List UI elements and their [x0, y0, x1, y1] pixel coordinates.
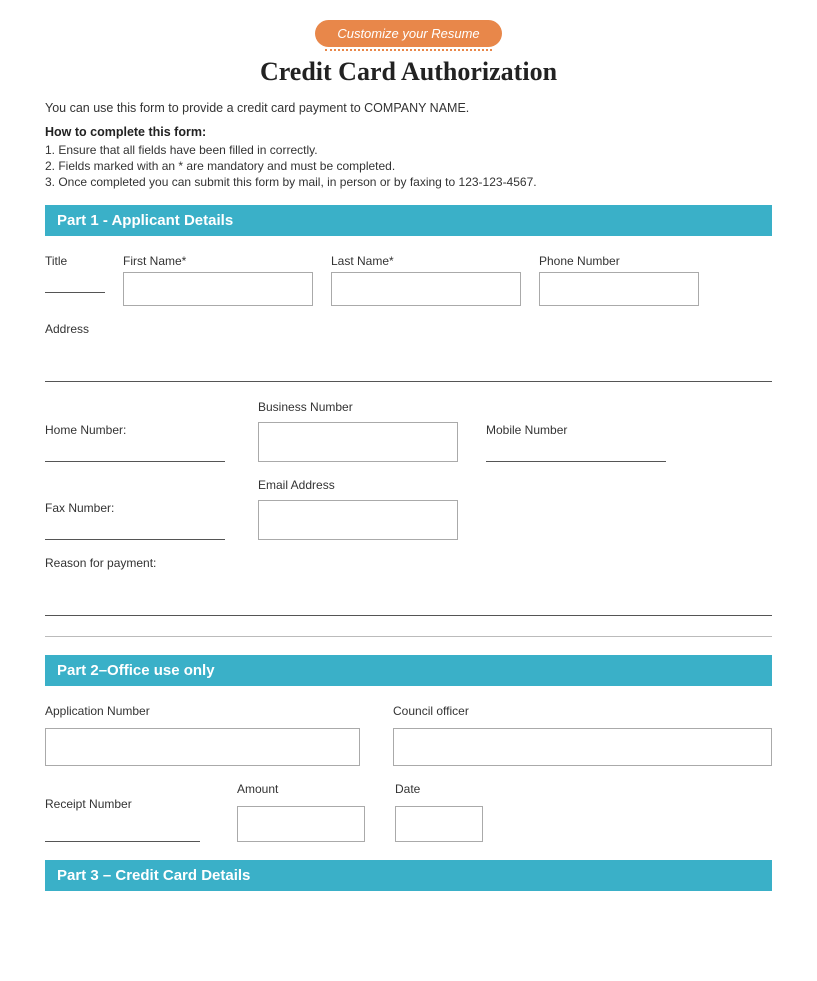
- reason-label: Reason for payment:: [45, 556, 156, 570]
- amount-input[interactable]: [237, 806, 365, 842]
- date-label: Date: [395, 782, 485, 796]
- phone-number-input[interactable]: [539, 272, 699, 306]
- application-number-input[interactable]: [45, 728, 360, 766]
- phone-number-label: Phone Number: [539, 254, 699, 268]
- customize-resume-button[interactable]: Customize your Resume: [315, 20, 501, 47]
- last-name-label: Last Name*: [331, 254, 521, 268]
- receipt-number-label: Receipt Number: [45, 797, 205, 811]
- first-name-input[interactable]: [123, 272, 313, 306]
- fax-number-input[interactable]: [45, 519, 225, 540]
- intro-text: You can use this form to provide a credi…: [45, 101, 772, 115]
- home-number-label: Home Number:: [45, 423, 230, 437]
- title-input[interactable]: [45, 272, 105, 293]
- home-number-input[interactable]: [45, 441, 225, 462]
- receipt-number-input[interactable]: [45, 821, 200, 842]
- mobile-number-label: Mobile Number: [486, 423, 671, 437]
- how-to-step-3: 3. Once completed you can submit this fo…: [45, 175, 772, 189]
- how-to-step-2: 2. Fields marked with an * are mandatory…: [45, 159, 772, 173]
- fax-number-label: Fax Number:: [45, 501, 230, 515]
- application-number-label: Application Number: [45, 704, 365, 718]
- email-address-label: Email Address: [258, 478, 458, 492]
- part3-header: Part 3 – Credit Card Details: [45, 860, 772, 891]
- address-input[interactable]: [45, 344, 772, 382]
- part2-header: Part 2–Office use only: [45, 655, 772, 686]
- business-number-label: Business Number: [258, 400, 458, 414]
- first-name-label: First Name*: [123, 254, 313, 268]
- council-officer-input[interactable]: [393, 728, 772, 766]
- council-officer-label: Council officer: [393, 704, 772, 718]
- business-number-input[interactable]: [258, 422, 458, 462]
- how-to-step-1: 1. Ensure that all fields have been fill…: [45, 143, 772, 157]
- reason-input[interactable]: [45, 578, 772, 616]
- date-input[interactable]: [395, 806, 483, 842]
- last-name-input[interactable]: [331, 272, 521, 306]
- how-to-list: 1. Ensure that all fields have been fill…: [45, 143, 772, 189]
- amount-label: Amount: [237, 782, 367, 796]
- page-title: Credit Card Authorization: [45, 57, 772, 87]
- title-label: Title: [45, 254, 105, 268]
- part1-header: Part 1 - Applicant Details: [45, 205, 772, 236]
- address-label: Address: [45, 322, 89, 336]
- how-to-title: How to complete this form:: [45, 125, 772, 139]
- section-divider: [45, 636, 772, 637]
- mobile-number-input[interactable]: [486, 441, 666, 462]
- email-address-input[interactable]: [258, 500, 458, 540]
